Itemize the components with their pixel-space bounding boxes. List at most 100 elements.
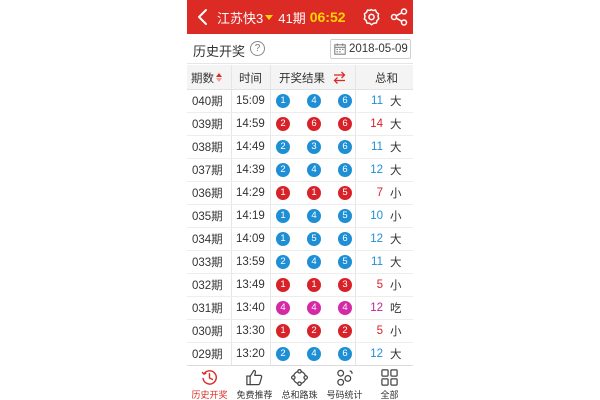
- share-icon: [390, 8, 408, 26]
- result-ball: 1: [307, 186, 321, 200]
- bottom-nav: 历史开奖 免费推荐 总和路珠 号码统计 全部: [187, 365, 413, 400]
- help-button[interactable]: ?: [250, 41, 265, 56]
- period-cell: 039期: [192, 119, 223, 131]
- sum-value: 12: [370, 233, 383, 245]
- table-row[interactable]: 038期 14:49 2 3 6 11 大: [187, 136, 413, 159]
- result-ball: 2: [276, 163, 290, 177]
- size-label: 吃: [390, 303, 402, 315]
- column-header-time: 时间: [239, 65, 262, 90]
- result-ball: 1: [276, 186, 290, 200]
- result-ball: 4: [307, 347, 321, 361]
- result-ball: 1: [276, 209, 290, 223]
- table-row[interactable]: 037期 14:39 2 4 6 12 大: [187, 159, 413, 182]
- result-ball: 5: [338, 209, 352, 223]
- size-label: 小: [390, 326, 402, 338]
- result-ball: 3: [307, 140, 321, 154]
- period-cell: 031期: [192, 303, 223, 315]
- period-cell: 037期: [192, 165, 223, 177]
- table-row[interactable]: 034期 14:09 1 5 6 12 大: [187, 228, 413, 251]
- result-ball: 5: [307, 232, 321, 246]
- swap-view-button[interactable]: [333, 71, 346, 84]
- size-label: 大: [390, 165, 402, 177]
- table-row[interactable]: 036期 14:29 1 1 5 7 小: [187, 182, 413, 205]
- nav-label: 免费推荐: [236, 390, 273, 400]
- size-label: 小: [390, 280, 402, 292]
- result-ball: 2: [276, 347, 290, 361]
- period-cell: 040期: [192, 96, 223, 108]
- sort-icon[interactable]: [216, 73, 222, 82]
- table-row[interactable]: 033期 13:59 2 4 5 11 大: [187, 251, 413, 274]
- size-label: 大: [390, 349, 402, 361]
- size-label: 大: [390, 96, 402, 108]
- size-label: 大: [390, 119, 402, 131]
- result-ball: 4: [307, 209, 321, 223]
- size-label: 小: [390, 211, 402, 223]
- lottery-title: 江苏快3: [217, 10, 264, 26]
- time-cell: 14:39: [236, 164, 265, 176]
- table-row[interactable]: 035期 14:19 1 4 5 10 小: [187, 205, 413, 228]
- nav-item-all[interactable]: 全部: [367, 366, 412, 400]
- nav-item-history[interactable]: 历史开奖: [187, 366, 232, 400]
- thumbs-up-icon: [246, 369, 263, 386]
- history-list[interactable]: 040期 15:09 1 4 6 11 大 039期 14:59 2 6 6 14 大 038期 14:49 2…: [187, 90, 413, 365]
- column-label-time: 时间: [239, 72, 262, 85]
- result-ball: 6: [338, 163, 352, 177]
- nav-label: 号码统计: [326, 390, 363, 400]
- result-ball: 4: [307, 301, 321, 315]
- period-cell: 035期: [192, 211, 223, 223]
- table-row[interactable]: 029期 13:20 2 4 6 12 大: [187, 343, 413, 365]
- size-label: 大: [390, 257, 402, 269]
- result-ball: 6: [338, 117, 352, 131]
- period-cell: 030期: [192, 326, 223, 338]
- time-cell: 13:20: [236, 348, 265, 360]
- nav-item-number-stats[interactable]: 号码统计: [322, 366, 367, 400]
- size-label: 大: [390, 234, 402, 246]
- calendar-icon: [334, 43, 346, 55]
- time-cell: 13:30: [236, 325, 265, 337]
- result-ball: 4: [307, 94, 321, 108]
- result-ball: 1: [276, 94, 290, 108]
- back-button[interactable]: [191, 5, 215, 29]
- sum-value: 12: [370, 164, 383, 176]
- size-label: 大: [390, 142, 402, 154]
- question-icon: ?: [254, 43, 261, 54]
- lottery-selector[interactable]: 江苏快3 41期 06:52: [217, 0, 346, 34]
- table-row[interactable]: 031期 13:40 4 4 4 12 吃: [187, 297, 413, 320]
- date-picker[interactable]: 2018-05-09: [330, 39, 411, 59]
- countdown-timer: 06:52: [309, 9, 346, 25]
- period-cell: 036期: [192, 188, 223, 200]
- result-ball: 2: [276, 140, 290, 154]
- time-cell: 13:49: [236, 279, 265, 291]
- grid-icon: [381, 369, 398, 386]
- settings-button[interactable]: [361, 7, 381, 27]
- selected-date: 2018-05-09: [349, 43, 408, 55]
- size-label: 小: [390, 188, 402, 200]
- column-header-period[interactable]: 期数: [191, 65, 222, 90]
- sum-value: 11: [371, 256, 383, 268]
- nav-item-recommend[interactable]: 免费推荐: [232, 366, 277, 400]
- page-title: 历史开奖: [193, 44, 246, 59]
- time-cell: 14:09: [236, 233, 265, 245]
- column-header-result: 开奖结果: [279, 65, 325, 90]
- table-row[interactable]: 040期 15:09 1 4 6 11 大: [187, 90, 413, 113]
- period-cell: 033期: [192, 257, 223, 269]
- sum-value: 14: [370, 118, 383, 130]
- result-ball: 2: [307, 324, 321, 338]
- result-ball: 6: [338, 140, 352, 154]
- share-button[interactable]: [389, 7, 409, 27]
- time-cell: 14:59: [236, 118, 265, 130]
- time-cell: 14:49: [236, 141, 265, 153]
- result-ball: 2: [276, 255, 290, 269]
- table-row[interactable]: 039期 14:59 2 6 6 14 大: [187, 113, 413, 136]
- table-row[interactable]: 032期 13:49 1 1 3 5 小: [187, 274, 413, 297]
- result-ball: 1: [307, 278, 321, 292]
- nav-label: 历史开奖: [191, 390, 228, 400]
- column-label-period: 期数: [191, 72, 214, 85]
- table-row[interactable]: 030期 13:30 1 2 2 5 小: [187, 320, 413, 343]
- time-cell: 14:19: [236, 210, 265, 222]
- sum-value: 12: [370, 348, 383, 360]
- nav-item-sum-route[interactable]: 总和路珠: [277, 366, 322, 400]
- route-icon: [290, 368, 309, 387]
- result-ball: 5: [338, 186, 352, 200]
- result-ball: 4: [338, 301, 352, 315]
